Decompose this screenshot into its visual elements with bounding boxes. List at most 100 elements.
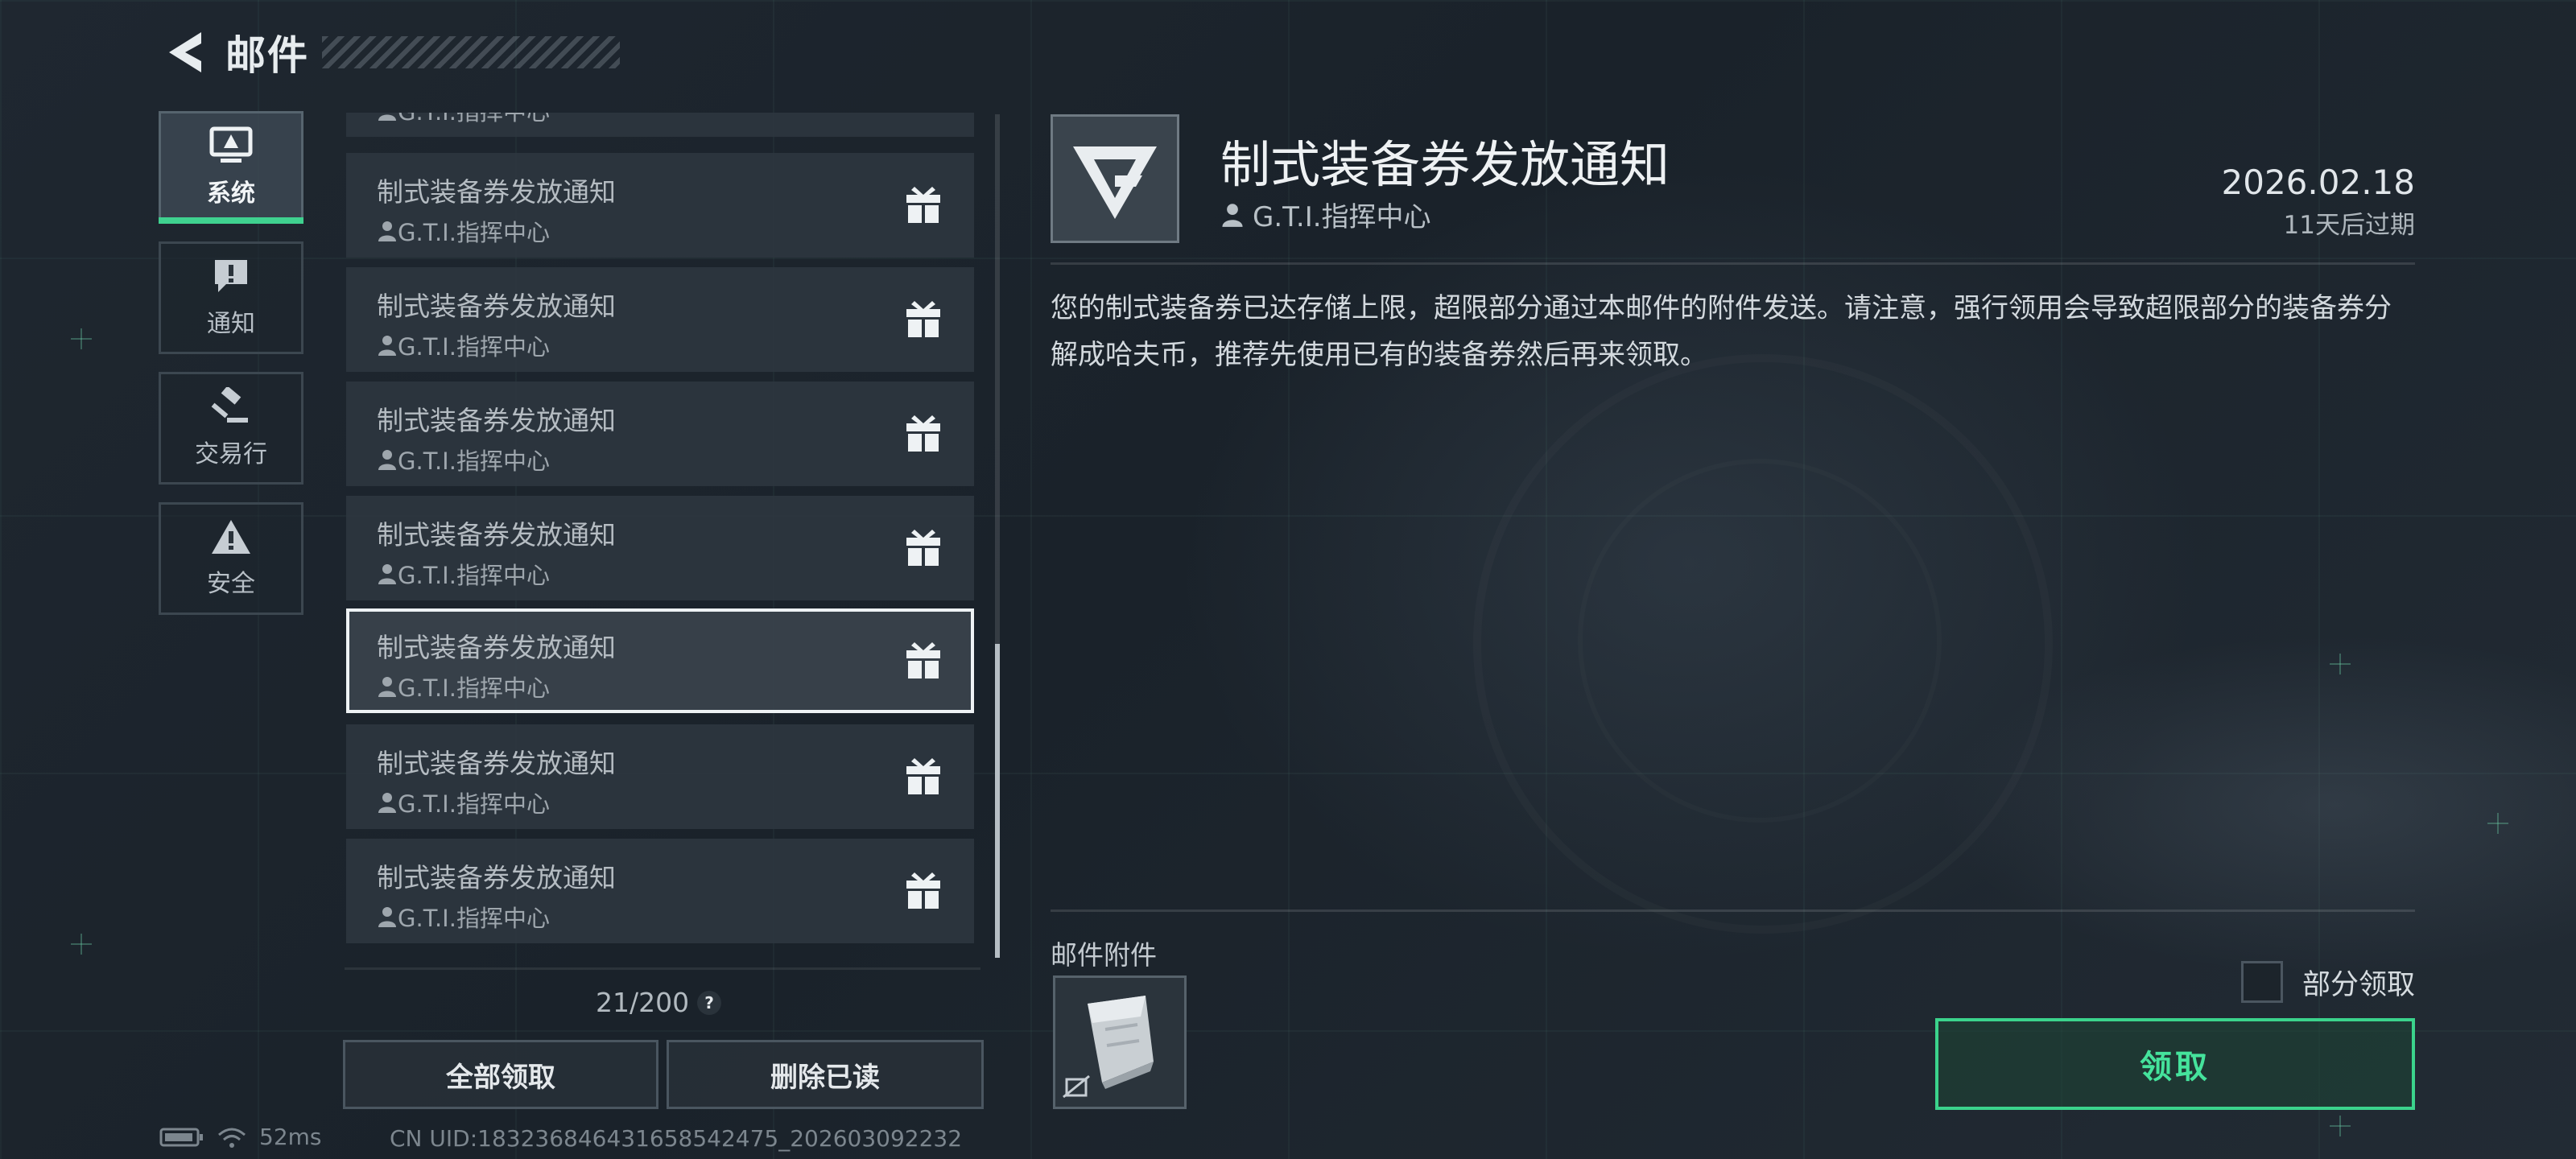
partial-claim-label: 部分领取 xyxy=(2301,968,2415,1001)
mail-item[interactable]: 制式装备券发放通知 G.T.I.指挥中心 xyxy=(346,267,974,372)
gavel-icon xyxy=(211,387,248,423)
person-icon xyxy=(378,793,396,813)
voucher-item-icon xyxy=(1063,996,1154,1099)
mail-item[interactable]: 制式装备券发放通知 G.T.I.指挥中心 xyxy=(346,382,974,486)
detail-expire: 11天后过期 xyxy=(2283,211,2415,240)
mail-sender-name: G.T.I.指挥中心 xyxy=(398,113,550,127)
tab-system[interactable]: 系统 xyxy=(159,111,303,224)
mail-sender: G.T.I.指挥中心 xyxy=(377,113,550,127)
gift-icon xyxy=(906,187,940,223)
tab-label: 安全 xyxy=(207,570,255,598)
attachments-label: 邮件附件 xyxy=(1051,939,1157,971)
person-icon xyxy=(378,114,396,121)
tab-label: 交易行 xyxy=(195,440,267,468)
status-bar: 52ms xyxy=(159,1124,322,1150)
page-title: 邮件 xyxy=(225,32,309,79)
back-arrow-icon xyxy=(169,32,201,72)
person-icon xyxy=(378,221,396,241)
ping-value: 52ms xyxy=(259,1124,322,1150)
wifi-icon xyxy=(218,1128,246,1148)
mail-sender: G.T.I.指挥中心 xyxy=(377,557,550,591)
header: 邮件 xyxy=(158,24,620,80)
claim-button[interactable]: 领取 xyxy=(1935,1018,2415,1110)
tab-security[interactable]: 安全 xyxy=(159,502,303,615)
mail-sender-name: G.T.I.指挥中心 xyxy=(398,448,550,475)
claim-all-button[interactable]: 全部领取 xyxy=(343,1040,658,1109)
gift-icon xyxy=(906,758,940,794)
mail-count-value: 21/200 xyxy=(596,987,690,1018)
mail-sender-name: G.T.I.指挥中心 xyxy=(398,219,550,246)
warning-triangle-icon xyxy=(212,520,250,554)
mail-title: 制式装备券发放通知 xyxy=(377,748,616,779)
detail-sender: G.T.I.指挥中心 xyxy=(1220,195,1431,234)
mail-sender: G.T.I.指挥中心 xyxy=(377,670,550,703)
person-icon xyxy=(378,336,396,356)
mail-sender: G.T.I.指挥中心 xyxy=(377,214,550,248)
mail-sender: G.T.I.指挥中心 xyxy=(377,900,550,934)
mail-title: 制式装备券发放通知 xyxy=(377,405,616,436)
detail-sender-name: G.T.I.指挥中心 xyxy=(1253,201,1431,233)
gift-icon xyxy=(906,415,940,452)
mail-list[interactable]: G.T.I.指挥中心 制式装备券发放通知 G.T.I.指挥中心 制式装备券发放通… xyxy=(346,113,974,950)
detail-title: 制式装备券发放通知 xyxy=(1220,135,1670,194)
gift-icon xyxy=(906,872,940,909)
crosshair-decor xyxy=(2487,813,2508,834)
mail-sender-name: G.T.I.指挥中心 xyxy=(398,905,550,932)
mail-title: 制式装备券发放通知 xyxy=(377,862,616,893)
divider xyxy=(1051,909,2415,912)
partial-claim-checkbox[interactable] xyxy=(2240,961,2283,1003)
tab-label: 通知 xyxy=(207,310,255,338)
tab-notice[interactable]: 通知 xyxy=(159,241,303,354)
delete-read-button[interactable]: 删除已读 xyxy=(667,1040,984,1109)
tab-label: 系统 xyxy=(207,179,255,208)
crosshair-decor xyxy=(2330,1116,2351,1136)
mail-title: 制式装备券发放通知 xyxy=(377,291,616,322)
mail-item[interactable]: 制式装备券发放通知 G.T.I.指挥中心 xyxy=(346,724,974,829)
monitor-alert-icon xyxy=(209,126,253,163)
crosshair-decor xyxy=(2330,654,2351,674)
back-button[interactable] xyxy=(158,24,209,80)
gift-icon xyxy=(906,530,940,566)
person-icon xyxy=(378,450,396,470)
tab-trade[interactable]: 交易行 xyxy=(159,372,303,485)
header-stripe-decor xyxy=(322,36,620,68)
mail-count: 21/200 ? xyxy=(596,987,722,1018)
mail-sender: G.T.I.指挥中心 xyxy=(377,443,550,476)
detail-date: 2026.02.18 xyxy=(2221,163,2415,202)
person-icon xyxy=(378,564,396,584)
partial-claim[interactable]: 部分领取 xyxy=(2240,961,2415,1003)
mail-title: 制式装备券发放通知 xyxy=(377,519,616,551)
mail-title: 制式装备券发放通知 xyxy=(377,176,616,208)
message-alert-icon xyxy=(215,260,247,292)
mail-sender-name: G.T.I.指挥中心 xyxy=(398,333,550,361)
attachment-item[interactable] xyxy=(1053,975,1187,1109)
mail-item[interactable]: 制式装备券发放通知 G.T.I.指挥中心 xyxy=(346,839,974,943)
person-icon xyxy=(378,677,396,697)
battery-icon xyxy=(159,1128,203,1146)
divider xyxy=(1051,262,2415,265)
mail-item-selected[interactable]: 制式装备券发放通知 G.T.I.指挥中心 xyxy=(346,608,974,713)
gti-logo-icon xyxy=(1073,146,1157,219)
crosshair-decor xyxy=(71,934,92,955)
mail-sender: G.T.I.指挥中心 xyxy=(377,786,550,819)
divider xyxy=(345,967,980,970)
person-icon xyxy=(1222,203,1243,227)
mail-sender-name: G.T.I.指挥中心 xyxy=(398,790,550,818)
mail-item[interactable]: 制式装备券发放通知 G.T.I.指挥中心 xyxy=(346,153,974,258)
crosshair-decor xyxy=(71,328,92,349)
scrollbar-thumb[interactable] xyxy=(995,644,1000,958)
mail-title: 制式装备券发放通知 xyxy=(377,632,616,663)
gift-icon xyxy=(906,301,940,337)
mail-item-partial[interactable]: G.T.I.指挥中心 xyxy=(346,113,974,137)
mail-sender: G.T.I.指挥中心 xyxy=(377,328,550,362)
mail-sender-name: G.T.I.指挥中心 xyxy=(398,562,550,589)
mail-sender-name: G.T.I.指挥中心 xyxy=(398,674,550,702)
gift-icon xyxy=(906,642,940,678)
detail-body: 您的制式装备券已达存储上限，超限部分通过本邮件的附件发送。请注意，强行领用会导致… xyxy=(1051,292,2392,371)
uid-text: CN UID:18323684643165854247​5_2026030922… xyxy=(390,1125,963,1152)
mail-item[interactable]: 制式装备券发放通知 G.T.I.指挥中心 xyxy=(346,496,974,600)
help-icon[interactable]: ? xyxy=(697,990,722,1015)
person-icon xyxy=(378,907,396,927)
background-emblem xyxy=(1473,354,2053,934)
sender-logo xyxy=(1051,114,1179,243)
